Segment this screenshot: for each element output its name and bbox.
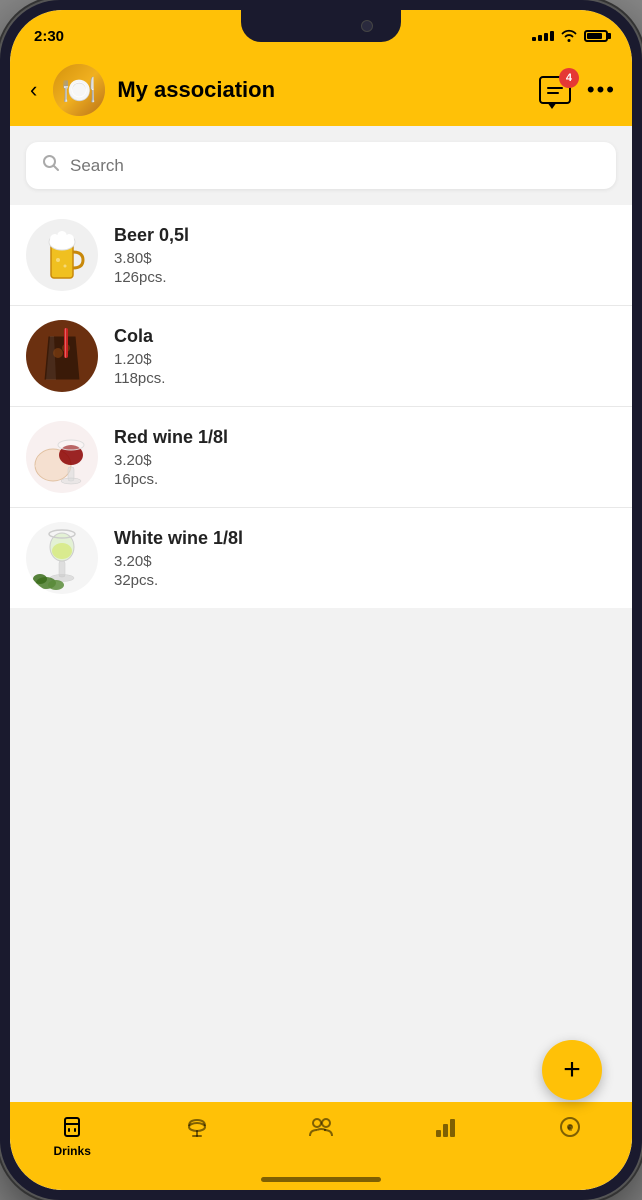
product-info-redwine: Red wine 1/8l 3.20$ 16pcs.: [114, 427, 616, 488]
product-qty: 32pcs.: [114, 572, 616, 589]
front-camera: [361, 20, 373, 32]
battery-fill: [587, 33, 602, 39]
search-input[interactable]: [70, 156, 600, 176]
chat-button-wrap[interactable]: 4: [539, 76, 571, 104]
header: ‹ My association 4 •: [10, 54, 632, 126]
product-price: 3.20$: [114, 452, 616, 469]
status-icons: [532, 28, 608, 45]
product-qty: 126pcs.: [114, 269, 616, 286]
product-qty: 118pcs.: [114, 370, 616, 387]
screen: 2:30: [10, 10, 632, 1190]
product-name: Red wine 1/8l: [114, 427, 616, 448]
product-image-beer: [26, 219, 98, 291]
list-item[interactable]: Beer 0,5l 3.80$ 126pcs.: [10, 205, 632, 306]
list-item[interactable]: Red wine 1/8l 3.20$ 16pcs.: [10, 407, 632, 508]
stats-icon: [432, 1114, 458, 1140]
product-price: 3.80$: [114, 250, 616, 267]
empty-area: [10, 608, 632, 828]
product-list: Beer 0,5l 3.80$ 126pcs.: [10, 205, 632, 608]
back-button[interactable]: ‹: [26, 73, 41, 107]
home-indicator: [261, 1177, 381, 1182]
members-icon: [308, 1114, 334, 1140]
nav-item-stats[interactable]: [383, 1110, 507, 1140]
drinks-label: Drinks: [54, 1144, 91, 1158]
settings-icon: €: [557, 1114, 583, 1140]
food-icon: [184, 1114, 210, 1140]
signal-icon: [532, 31, 554, 41]
nav-item-settings[interactable]: €: [508, 1110, 632, 1140]
battery-icon: [584, 30, 608, 42]
header-actions: 4 •••: [539, 76, 616, 104]
more-button[interactable]: •••: [587, 77, 616, 103]
status-time: 2:30: [34, 28, 64, 45]
nav-item-drinks[interactable]: Drinks: [10, 1110, 134, 1158]
product-image-redwine: [26, 421, 98, 493]
product-info-whitewine: White wine 1/8l 3.20$ 32pcs.: [114, 528, 616, 589]
page-title: My association: [117, 77, 527, 103]
search-icon: [42, 154, 60, 177]
svg-text:€: €: [568, 1124, 573, 1133]
drinks-icon: [59, 1114, 85, 1140]
product-image-whitewine: [26, 522, 98, 594]
product-name: Cola: [114, 326, 616, 347]
phone-frame: 2:30: [0, 0, 642, 1200]
product-info-beer: Beer 0,5l 3.80$ 126pcs.: [114, 225, 616, 286]
search-container: [10, 126, 632, 205]
nav-item-food[interactable]: [134, 1110, 258, 1140]
wifi-icon: [560, 28, 578, 45]
product-info-cola: Cola 1.20$ 118pcs.: [114, 326, 616, 387]
avatar[interactable]: [53, 64, 105, 116]
product-price: 3.20$: [114, 553, 616, 570]
notch: [241, 10, 401, 42]
app-screen: 2:30: [10, 10, 632, 1190]
notification-badge: 4: [559, 68, 579, 88]
product-name: Beer 0,5l: [114, 225, 616, 246]
avatar-image: [53, 64, 105, 116]
search-box[interactable]: [26, 142, 616, 189]
product-name: White wine 1/8l: [114, 528, 616, 549]
scrollable-content[interactable]: Beer 0,5l 3.80$ 126pcs.: [10, 126, 632, 1190]
list-item[interactable]: White wine 1/8l 3.20$ 32pcs.: [10, 508, 632, 608]
nav-item-members[interactable]: [259, 1110, 383, 1140]
list-item[interactable]: Cola 1.20$ 118pcs.: [10, 306, 632, 407]
product-image-cola: [26, 320, 98, 392]
product-price: 1.20$: [114, 351, 616, 368]
product-qty: 16pcs.: [114, 471, 616, 488]
add-button[interactable]: +: [542, 1040, 602, 1100]
